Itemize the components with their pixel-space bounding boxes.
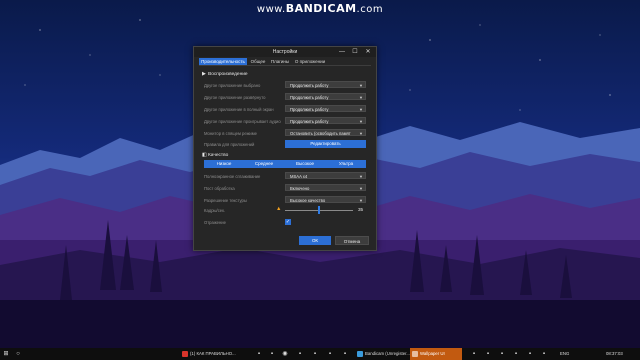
dropdown-value: Продолжить работу [290, 83, 329, 88]
tab-performance[interactable]: Производительность [199, 58, 247, 65]
taskbar-app-bandicam[interactable]: Bandicam (Unregister... [355, 348, 410, 360]
app-icon [357, 351, 363, 357]
tab-about[interactable]: О приложении [293, 58, 327, 65]
cancel-button[interactable]: Отмена [335, 236, 369, 245]
pinned-app-icon[interactable]: ▪ [311, 350, 319, 358]
settings-window: Настройки — ☐ ✕ Производительность Общее… [193, 46, 377, 251]
app-icon [412, 351, 418, 357]
pinned-app-icon[interactable]: ▪ [512, 350, 520, 358]
row-label-app-fullscreen: Другое приложение в полный экран [204, 107, 274, 112]
row-label-framerate: Кадры/сек. [204, 208, 226, 213]
search-icon[interactable]: ○ [14, 350, 22, 358]
tab-general[interactable]: Общее [249, 58, 267, 65]
ok-button[interactable]: ОК [299, 236, 331, 245]
row-label-postprocessing: Пост обработка [204, 186, 235, 191]
dropdown-monitor-sleep[interactable]: Остановить (освободить памят ▼ [285, 129, 366, 136]
row-label-app-audio: Другое приложение проигрывает аудио [204, 119, 281, 124]
steam-icon[interactable]: ◉ [281, 350, 289, 358]
row-label-antialiasing: Полноэкранное сглаживание [204, 174, 261, 179]
pinned-app-icon[interactable]: ▪ [341, 350, 349, 358]
pinned-app-icon[interactable]: ▪ [296, 350, 304, 358]
row-label-texture-resolution: Разрешение текстуры [204, 198, 247, 203]
taskbar-app-label: (1) КАК ПРАВИЛЬНО... [190, 351, 236, 356]
edit-rules-button[interactable]: Редактировать [285, 140, 366, 148]
row-label-app-maximized: Другое приложение развёрнуто [204, 95, 266, 100]
dropdown-antialiasing[interactable]: MSAA x4 ▼ [285, 172, 366, 179]
quality-ultra[interactable]: Ультра [326, 160, 366, 168]
pinned-app-icon[interactable]: ▪ [484, 350, 492, 358]
dropdown-value: Высокое качество [290, 198, 326, 203]
dropdown-value: Остановить (освободить памят [290, 131, 351, 136]
maximize-button[interactable]: ☐ [350, 48, 360, 56]
chevron-down-icon: ▼ [359, 198, 363, 203]
chevron-down-icon: ▼ [359, 95, 363, 100]
dropdown-app-maximized[interactable]: Продолжить работу ▼ [285, 93, 366, 100]
framerate-value: 35 [358, 207, 364, 212]
start-windows-icon[interactable]: ⊞ [2, 350, 10, 358]
dropdown-app-selected[interactable]: Продолжить работу ▼ [285, 81, 366, 88]
system-tray[interactable]: ENG [560, 348, 569, 360]
dropdown-value: Продолжить работу [290, 107, 329, 112]
pinned-app-icon[interactable]: ▪ [255, 350, 263, 358]
warning-icon: ▲ [276, 206, 282, 212]
window-titlebar[interactable]: Настройки — ☐ ✕ [194, 47, 376, 57]
playback-heading-text: Воспроизведение [208, 72, 248, 77]
pinned-app-icon[interactable]: ▪ [470, 350, 478, 358]
quality-low[interactable]: Низкое [204, 160, 244, 168]
reflection-checkbox[interactable]: ✓ [285, 219, 291, 225]
close-button[interactable]: ✕ [363, 48, 373, 56]
chevron-down-icon: ▼ [359, 107, 363, 112]
chevron-down-icon: ▼ [359, 131, 363, 136]
chevron-down-icon: ▼ [359, 186, 363, 191]
playback-heading: ▶ Воспроизведение [202, 72, 248, 77]
taskbar-app-label: Bandicam (Unregister... [365, 351, 410, 356]
dropdown-app-fullscreen[interactable]: Продолжить работу ▼ [285, 105, 366, 112]
watermark-suffix: .com [356, 4, 384, 15]
quality-high[interactable]: Высокое [284, 160, 326, 168]
taskbar-app-label: Wallpaper UI [420, 351, 445, 356]
dropdown-value: MSAA x4 [290, 174, 308, 179]
tab-divider [199, 65, 371, 66]
row-label-app-selected: Другое приложение выбрано [204, 83, 261, 88]
clock[interactable]: 08:37:03 [606, 348, 623, 360]
row-label-reflection: Отражение [204, 220, 226, 225]
quality-heading: ◧Качество [202, 153, 228, 158]
framerate-slider-thumb[interactable] [318, 206, 320, 214]
pinned-app-icon[interactable]: ▪ [540, 350, 548, 358]
row-label-monitor-sleep: Монитор в спящем режиме [204, 131, 257, 136]
chevron-down-icon: ▼ [359, 83, 363, 88]
taskbar-app-wallpaper-ui[interactable]: Wallpaper UI [410, 348, 462, 360]
quality-medium[interactable]: Среднее [244, 160, 284, 168]
chevron-down-icon: ▼ [359, 119, 363, 124]
taskbar: ⊞ ○ (1) КАК ПРАВИЛЬНО... ▪ ▪ ◉ ▪ ▪ ▪ ▪ B… [0, 348, 640, 360]
dropdown-value: Включено [290, 186, 310, 191]
dropdown-value: Продолжить работу [290, 95, 329, 100]
dropdown-texture-resolution[interactable]: Высокое качество ▼ [285, 196, 366, 203]
quality-preset-bar: Низкое Среднее Высокое Ультра [204, 160, 366, 168]
pinned-app-icon[interactable]: ▪ [498, 350, 506, 358]
watermark-prefix: www. [256, 4, 286, 15]
dropdown-postprocessing[interactable]: Включено ▼ [285, 184, 366, 191]
check-icon: ✓ [285, 219, 291, 225]
quality-heading-text: Качество [208, 153, 229, 158]
watermark-brand: BANDICAM [285, 2, 357, 15]
bandicam-watermark: www.BANDICAM.com [0, 2, 640, 15]
window-title: Настройки [272, 49, 298, 55]
tab-plugins[interactable]: Плагины [269, 58, 291, 65]
dropdown-value: Продолжить работу [290, 119, 329, 124]
pinned-app-icon[interactable]: ▪ [526, 350, 534, 358]
app-icon [182, 351, 188, 357]
row-label-app-rules: Правила для приложений [204, 142, 255, 147]
pinned-app-icon[interactable]: ▪ [326, 350, 334, 358]
dropdown-app-audio[interactable]: Продолжить работу ▼ [285, 117, 366, 124]
language-indicator[interactable]: ENG [560, 351, 569, 356]
pinned-app-icon[interactable]: ▪ [268, 350, 276, 358]
minimize-button[interactable]: — [337, 48, 347, 56]
chevron-down-icon: ▼ [359, 174, 363, 179]
taskbar-app-youtube[interactable]: (1) КАК ПРАВИЛЬНО... [180, 348, 244, 360]
